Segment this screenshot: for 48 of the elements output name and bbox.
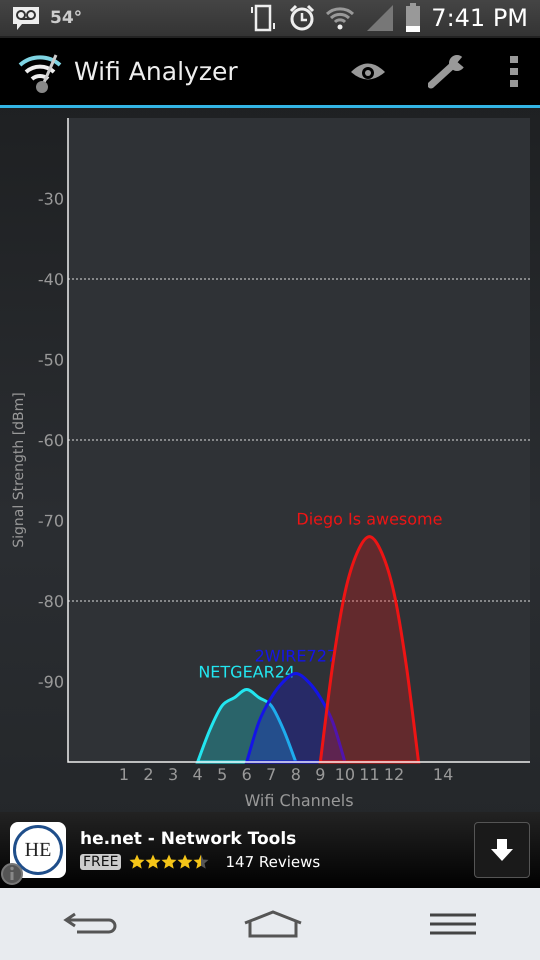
alarm-clock-icon [289,4,316,32]
y-tick-label: -70 [38,512,64,530]
x-tick-label: 12 [384,765,404,784]
y-tick-label: -90 [38,672,64,692]
x-axis-title: Wifi Channels [244,791,354,810]
down-arrow-icon [490,838,514,862]
y-tick-label: -50 [38,350,64,370]
clock-time: 7:41 PM [431,4,528,32]
x-tick-label: 4 [192,765,203,784]
info-icon [0,862,24,886]
review-count: 147 Reviews [225,853,320,871]
star-icon [177,854,194,870]
y-tick-label: -60 [38,431,64,450]
x-tick-label: 7 [266,765,276,784]
app-title: Wifi Analyzer [74,57,239,86]
y-axis-title: Signal Strength [dBm] [11,392,27,548]
eye-icon [350,60,386,82]
download-button[interactable] [474,822,530,878]
star-icon [129,854,146,870]
home-icon [244,910,302,938]
x-tick-label: 1 [118,765,130,784]
menu-icon [428,912,477,936]
x-tick-label: 2 [143,765,154,784]
x-tick-label: 3 [168,765,178,784]
wifi-icon [325,5,356,31]
network-label: Diego Is awesome [296,510,442,529]
x-tick-label: 6 [242,765,252,784]
y-tick-label: -80 [38,592,64,611]
star-icon [161,854,178,870]
x-tick-label: 10 [334,765,356,784]
star-icon [145,854,162,870]
battery-icon [405,3,422,33]
price-badge: FREE [80,854,122,870]
signal-icon [365,4,396,32]
x-tick-label: 8 [290,765,301,784]
star-icon [193,854,210,870]
overflow-menu-icon [510,56,518,88]
y-tick-label: -30 [38,190,64,208]
x-tick-label: 9 [315,765,326,784]
ad-title: he.net - Network Tools [80,829,298,849]
x-tick-label: 14 [432,765,454,784]
y-tick-label: -40 [38,270,64,289]
wrench-icon [428,54,468,88]
voicemail-icon [12,4,40,32]
temperature: 54° [50,8,82,28]
x-tick-label: 5 [217,765,228,784]
network-label: NETGEAR24 [198,662,296,682]
x-tick-label: 11 [359,765,380,784]
